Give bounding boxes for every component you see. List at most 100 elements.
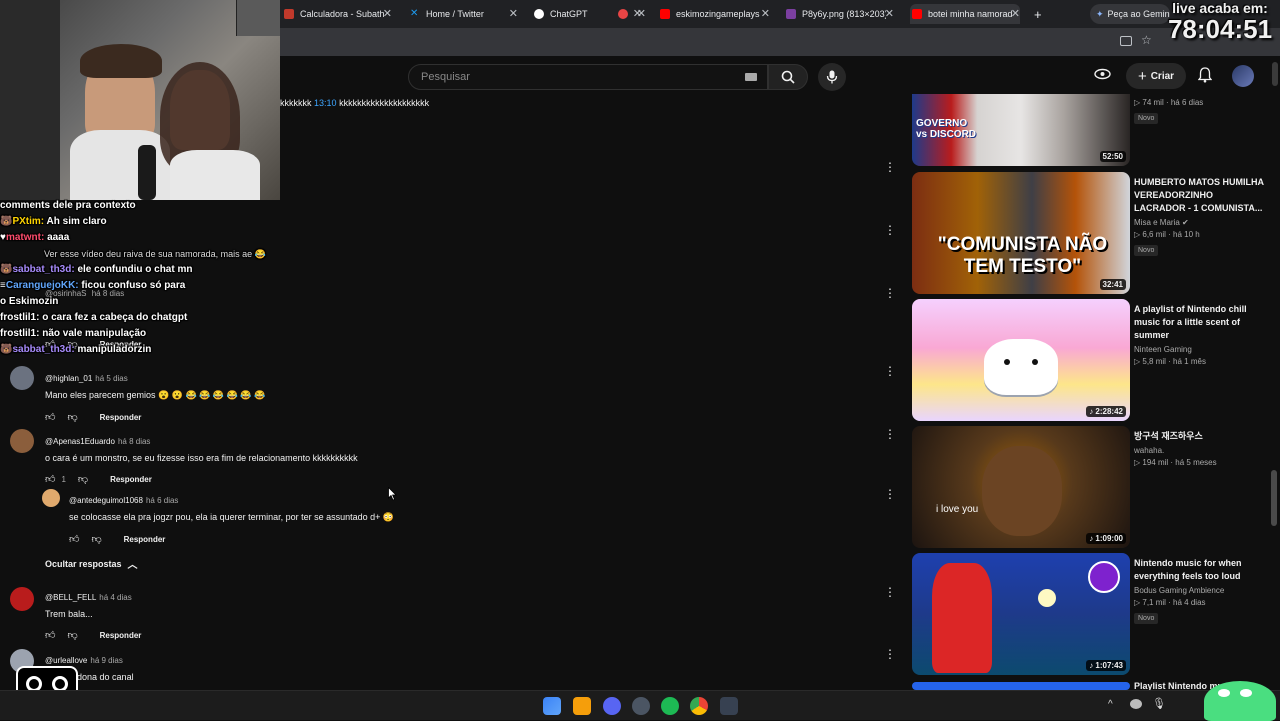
comment-time[interactable]: há 8 dias xyxy=(118,437,150,446)
avatar[interactable] xyxy=(10,366,34,390)
reply-button[interactable]: Responder xyxy=(124,535,166,544)
video-thumbnail[interactable]: ♪ 2:28:42 xyxy=(912,299,1130,421)
dislike-icon[interactable]: 👎︎ xyxy=(91,533,101,545)
voice-search-button[interactable] xyxy=(818,63,846,91)
comment-menu-icon[interactable]: ⋮ xyxy=(884,223,896,237)
hide-replies-button[interactable]: Ocultar respostas ︿ xyxy=(45,556,138,572)
comment-menu-icon[interactable]: ⋮ xyxy=(884,487,896,501)
spotify-icon[interactable] xyxy=(661,697,679,715)
close-tab-icon[interactable]: ✕ xyxy=(761,7,770,20)
close-tab-icon[interactable]: ✕ xyxy=(383,7,392,20)
comment-time[interactable]: há 6 dias xyxy=(146,496,178,505)
close-tab-icon[interactable]: ✕ xyxy=(509,7,518,20)
youtube-icon xyxy=(912,9,922,19)
tab-recording[interactable]: ✕ xyxy=(618,4,646,24)
dislike-icon[interactable]: 👎︎ xyxy=(67,411,77,423)
tab-youtube-eskimozin[interactable]: eskimozingameplaysh ✕ xyxy=(660,4,770,24)
new-tab-button[interactable]: + xyxy=(1034,4,1048,24)
account-avatar[interactable] xyxy=(1232,65,1254,87)
microphone-tray-icon[interactable]: 🎙︎ xyxy=(1152,697,1166,710)
comment-author[interactable]: @urleallove xyxy=(45,656,87,665)
video-meta: ▷ 7,1 mil · há 4 dias xyxy=(1134,598,1206,607)
comment-author[interactable]: @BELL_FELL xyxy=(45,593,96,602)
like-icon[interactable]: 👍︎ xyxy=(69,533,79,545)
comment-actions: 👍︎ 👎︎ Responder xyxy=(45,629,845,641)
timestamp-link[interactable]: 13:10 xyxy=(314,98,337,108)
comment-time[interactable]: há 9 dias xyxy=(90,656,122,665)
comment-menu-icon[interactable]: ⋮ xyxy=(884,160,896,174)
incognito-eye-icon[interactable] xyxy=(1094,68,1111,80)
background-comment-text: Ver esse vídeo deu raiva de sua namorada… xyxy=(44,249,266,259)
discord-icon[interactable] xyxy=(603,697,621,715)
comment-menu-icon[interactable]: ⋮ xyxy=(884,364,896,378)
comment-time[interactable]: há 5 dias xyxy=(95,374,127,383)
bookmark-star-icon[interactable]: ☆ xyxy=(1141,33,1152,47)
gemini-button[interactable]: ✦ Peça ao Gemini xyxy=(1090,4,1170,24)
search-input[interactable]: Pesquisar xyxy=(408,64,768,90)
avatar[interactable] xyxy=(42,489,60,507)
create-button[interactable]: + Criar xyxy=(1126,63,1186,89)
file-explorer-icon[interactable] xyxy=(573,697,591,715)
comment-time[interactable]: há 4 dias xyxy=(99,593,131,602)
tray-chevron-up-icon[interactable]: ^ xyxy=(1108,699,1113,710)
video-thumbnail[interactable] xyxy=(912,682,1130,690)
comment-menu-icon[interactable]: ⋮ xyxy=(884,585,896,599)
chat-message: 🐻sabbat_th3d: manipuladorzin xyxy=(0,344,152,355)
shelf-background xyxy=(0,0,60,200)
channel-name[interactable]: wahaha. xyxy=(1134,446,1264,455)
video-title[interactable]: A playlist of Nintendo chill music for a… xyxy=(1134,303,1264,342)
app-icon[interactable] xyxy=(720,697,738,715)
video-thumbnail[interactable]: ♪ 1:07:43 xyxy=(912,553,1130,675)
thumbnail-text: GOVERNO vs DISCORD xyxy=(916,118,977,140)
cast-icon[interactable] xyxy=(1120,36,1132,46)
video-thumbnail[interactable]: "COMUNISTA NÃO TEM TESTO" 32:41 xyxy=(912,172,1130,294)
video-card[interactable]: i love you ♪ 1:09:00 방구석 재즈하우스 wahaha. ▷… xyxy=(912,426,1262,548)
comment-author[interactable]: @antedeguimol1068 xyxy=(69,496,143,505)
tab-twitter[interactable]: ✕ Home / Twitter ✕ xyxy=(410,4,518,24)
tab-image[interactable]: P8y6y.png (813×203) ✕ xyxy=(786,4,894,24)
reply-button[interactable]: Responder xyxy=(100,413,142,422)
reply-button[interactable]: Responder xyxy=(110,475,152,484)
keyboard-icon[interactable] xyxy=(745,73,757,81)
chrome-icon[interactable] xyxy=(690,697,708,715)
comment-menu-icon[interactable]: ⋮ xyxy=(884,427,896,441)
video-title[interactable]: HUMBERTO MATOS HUMILHA VEREADORZINHO LAC… xyxy=(1134,176,1264,215)
avatar[interactable] xyxy=(10,429,34,453)
avatar[interactable] xyxy=(10,587,34,611)
video-card[interactable]: GOVERNO vs DISCORD 52:50 ▷ 74 mil · há 6… xyxy=(912,94,1262,166)
channel-name[interactable]: Misa e Maria ✔ xyxy=(1134,218,1264,227)
channel-name[interactable]: Ninteen Gaming xyxy=(1134,345,1264,354)
channel-name[interactable]: Bodus Gaming Ambience xyxy=(1134,586,1264,595)
like-icon[interactable]: 👍︎ xyxy=(45,473,55,485)
video-duration: ♪ 2:28:42 xyxy=(1086,406,1126,417)
notifications-bell-icon[interactable] xyxy=(1198,67,1212,83)
tab-youtube-active[interactable]: botei minha namorad ✕ xyxy=(910,4,1020,24)
video-thumbnail[interactable]: i love you ♪ 1:09:00 xyxy=(912,426,1130,548)
search-button[interactable] xyxy=(768,64,808,90)
windows-start-icon[interactable] xyxy=(543,697,561,715)
video-title[interactable]: 방구석 재즈하우스 xyxy=(1134,430,1264,443)
video-title[interactable]: Nintendo music for when everything feels… xyxy=(1134,557,1264,583)
close-tab-icon[interactable]: ✕ xyxy=(885,7,894,20)
close-tab-icon[interactable]: ✕ xyxy=(637,7,646,20)
close-tab-icon[interactable]: ✕ xyxy=(1011,7,1020,20)
tab-calculadora[interactable]: Calculadora - Subath ✕ xyxy=(284,4,392,24)
dislike-icon[interactable]: 👎︎ xyxy=(67,629,77,641)
video-card[interactable]: "COMUNISTA NÃO TEM TESTO" 32:41 HUMBERTO… xyxy=(912,172,1264,294)
reply-button[interactable]: Responder xyxy=(100,631,142,640)
comment-author[interactable]: @Apenas1Eduardo xyxy=(45,437,115,446)
comment-menu-icon[interactable]: ⋮ xyxy=(884,647,896,661)
comment-author[interactable]: @highlan_01 xyxy=(45,374,92,383)
obs-icon[interactable] xyxy=(632,697,650,715)
comment-menu-icon[interactable]: ⋮ xyxy=(884,286,896,300)
dislike-icon[interactable]: 👎︎ xyxy=(78,473,88,485)
video-card[interactable]: ♪ 1:07:43 Nintendo music for when everyt… xyxy=(912,553,1262,675)
thumbnail-text: i love you xyxy=(936,504,979,515)
like-icon[interactable]: 👍︎ xyxy=(45,629,55,641)
page-scrollbar-thumb[interactable] xyxy=(1271,470,1277,526)
like-icon[interactable]: 👍︎ xyxy=(45,411,55,423)
video-card[interactable]: ♪ 2:28:42 A playlist of Nintendo chill m… xyxy=(912,299,1262,421)
video-duration: ♪ 1:07:43 xyxy=(1086,660,1126,671)
cloud-icon[interactable] xyxy=(1130,699,1142,709)
video-thumbnail[interactable]: GOVERNO vs DISCORD 52:50 xyxy=(912,94,1130,166)
